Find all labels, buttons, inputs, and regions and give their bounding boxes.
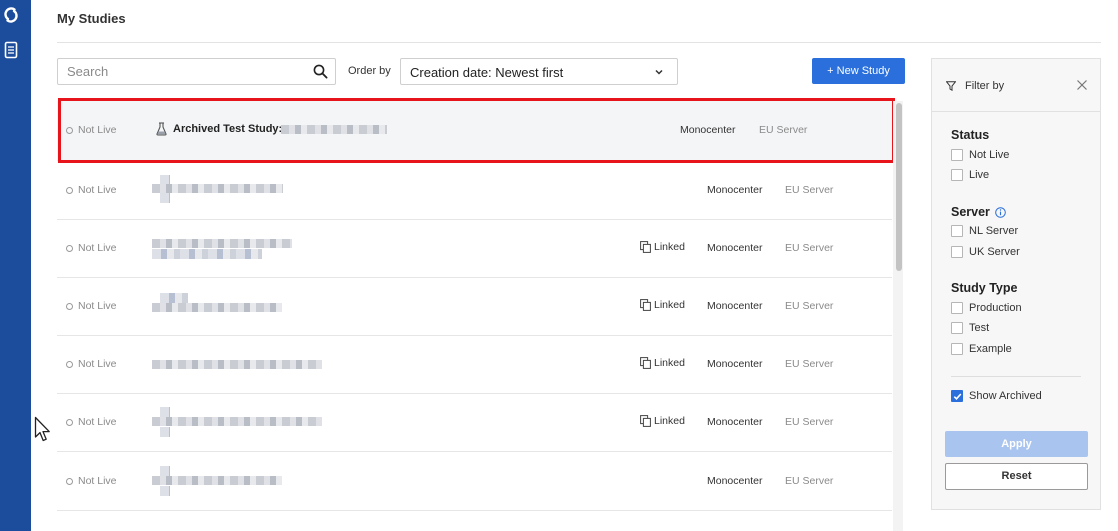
status-dot-icon <box>66 360 73 368</box>
status-indicator: Not Live <box>66 475 117 487</box>
status-indicator: Not Live <box>66 242 117 254</box>
search-icon[interactable] <box>313 64 328 79</box>
redacted-text <box>160 407 170 417</box>
filter-server-nl[interactable]: NL Server <box>951 225 1018 237</box>
center-type: Monocenter <box>707 416 763 428</box>
status-dot-icon <box>66 477 73 485</box>
checkbox[interactable] <box>951 169 963 181</box>
status-group-title: Status <box>951 128 990 142</box>
study-row[interactable]: Not Live Monocenter EU Server <box>57 161 892 220</box>
reset-button[interactable]: Reset <box>945 463 1088 490</box>
status-indicator: Not Live <box>66 416 117 428</box>
study-row[interactable]: Not Live Linked Monocenter EU Server <box>57 336 892 394</box>
search-box[interactable] <box>57 58 336 85</box>
status-indicator: Not Live <box>66 358 117 370</box>
checkbox[interactable] <box>951 322 963 334</box>
side-nav <box>0 0 31 531</box>
filter-panel: Filter by Status Not Live Live Server NL… <box>931 58 1101 510</box>
filter-divider <box>951 376 1081 377</box>
linked-icon <box>640 357 651 369</box>
filter-type-test[interactable]: Test <box>951 322 989 334</box>
new-study-button[interactable]: + New Study <box>812 58 905 84</box>
status-indicator: Not Live <box>66 300 117 312</box>
chevron-down-icon <box>655 69 663 75</box>
status-indicator: Not Live <box>66 184 117 196</box>
linked-indicator: Linked <box>640 299 685 311</box>
status-dot-icon <box>66 302 73 310</box>
studies-list: Not Live Archived Test Study: Monocenter… <box>57 101 892 531</box>
highlight-box <box>58 98 895 163</box>
order-by-label: Order by <box>348 65 391 77</box>
checkbox[interactable] <box>951 246 963 258</box>
server-name: EU Server <box>785 416 834 428</box>
mouse-cursor-icon <box>34 416 50 442</box>
checkbox[interactable] <box>951 149 963 161</box>
redacted-text <box>160 193 170 203</box>
scrollbar-thumb[interactable] <box>896 103 902 271</box>
filter-server-uk[interactable]: UK Server <box>951 246 1020 258</box>
study-row[interactable]: Not Live Linked Monocenter EU Server <box>57 278 892 336</box>
redacted-text <box>152 249 262 259</box>
status-dot-icon <box>66 186 73 194</box>
close-icon[interactable] <box>1076 79 1088 91</box>
studies-book-icon[interactable] <box>3 41 19 59</box>
page-title: My Studies <box>57 11 126 26</box>
linked-icon <box>640 241 651 253</box>
redacted-text <box>160 486 170 496</box>
server-name: EU Server <box>785 242 834 254</box>
status-dot-icon <box>66 418 73 426</box>
check-icon <box>953 392 961 400</box>
redacted-text <box>152 476 282 485</box>
center-type: Monocenter <box>707 242 763 254</box>
redacted-text <box>160 466 170 476</box>
checkbox[interactable] <box>951 225 963 237</box>
filter-status-not-live[interactable]: Not Live <box>951 149 1009 161</box>
redacted-text <box>152 303 282 312</box>
center-type: Monocenter <box>707 475 763 487</box>
filter-title: Filter by <box>965 80 1005 92</box>
study-type-group-title: Study Type <box>951 281 1018 295</box>
filter-show-archived[interactable]: Show Archived <box>951 390 1042 402</box>
filter-type-example[interactable]: Example <box>951 343 1012 355</box>
redacted-text <box>152 360 322 369</box>
server-name: EU Server <box>785 358 834 370</box>
server-group-title: Server <box>951 205 1006 219</box>
filter-type-production[interactable]: Production <box>951 302 1022 314</box>
server-name: EU Server <box>785 300 834 312</box>
linked-indicator: Linked <box>640 241 685 253</box>
center-type: Monocenter <box>707 300 763 312</box>
redacted-text <box>160 427 170 437</box>
title-divider <box>57 42 1101 43</box>
status-dot-icon <box>66 244 73 252</box>
filter-icon <box>946 81 956 91</box>
center-type: Monocenter <box>707 358 763 370</box>
filter-status-live[interactable]: Live <box>951 169 989 181</box>
app-logo-icon[interactable] <box>3 6 19 24</box>
linked-indicator: Linked <box>640 415 685 427</box>
server-name: EU Server <box>785 475 834 487</box>
order-by-select[interactable]: Creation date: Newest first <box>400 58 678 85</box>
apply-button[interactable]: Apply <box>945 431 1088 457</box>
study-row[interactable]: Not Live Linked Monocenter EU Server <box>57 220 892 278</box>
redacted-text <box>152 239 292 248</box>
redacted-text <box>160 293 188 303</box>
order-by-value: Creation date: Newest first <box>410 65 564 80</box>
redacted-text <box>152 184 283 193</box>
redacted-text <box>152 417 322 426</box>
search-input[interactable] <box>58 59 308 84</box>
checkbox-checked[interactable] <box>951 390 963 402</box>
filter-header: Filter by <box>932 59 1100 112</box>
checkbox[interactable] <box>951 302 963 314</box>
server-name: EU Server <box>785 184 834 196</box>
linked-icon <box>640 415 651 427</box>
center-type: Monocenter <box>707 184 763 196</box>
study-row[interactable]: Not Live Linked Monocenter EU Server <box>57 394 892 452</box>
info-icon[interactable] <box>995 206 1006 218</box>
linked-indicator: Linked <box>640 357 685 369</box>
study-row[interactable]: Not Live Monocenter EU Server <box>57 452 892 511</box>
linked-icon <box>640 299 651 311</box>
checkbox[interactable] <box>951 343 963 355</box>
